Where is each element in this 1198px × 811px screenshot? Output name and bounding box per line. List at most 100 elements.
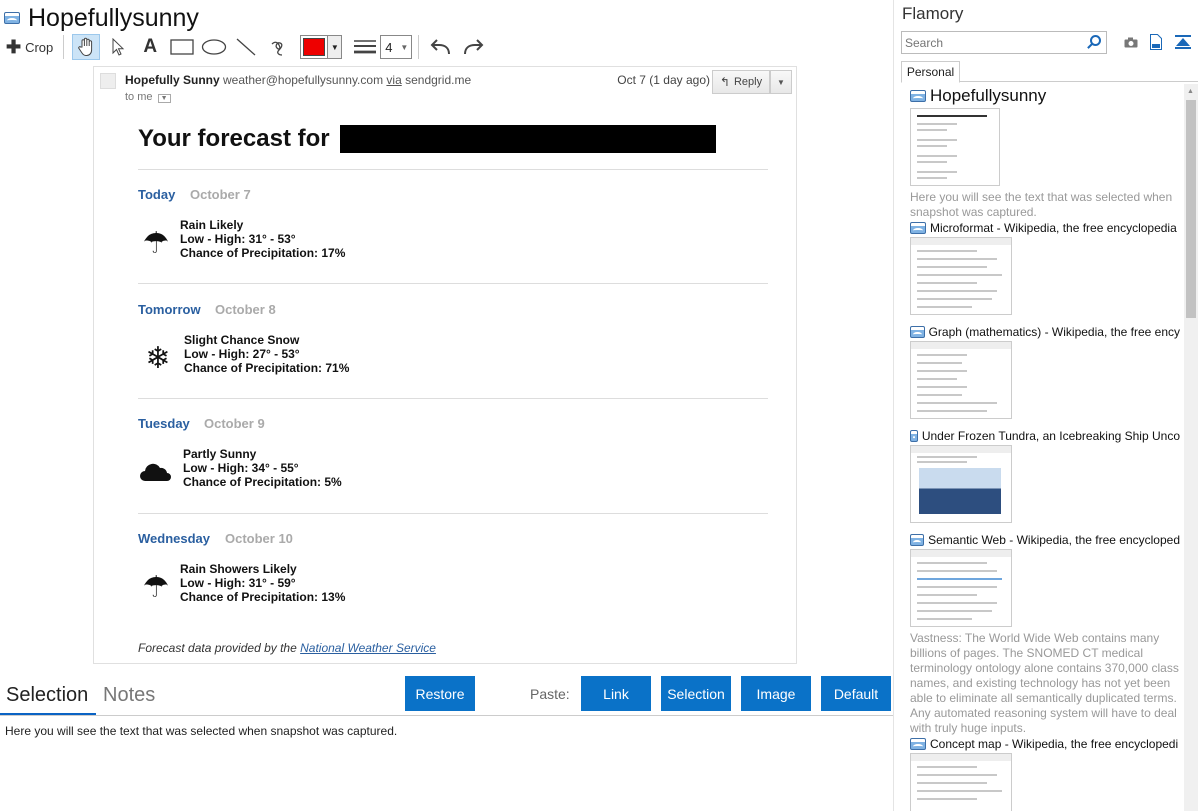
document-icon[interactable] — [1146, 32, 1166, 52]
tab-baseline — [960, 81, 1198, 82]
forecast-day: Tomorrow October 8 ❄ Slight Chance Snow … — [138, 302, 778, 412]
forecast-heading: Your forecast for — [138, 125, 330, 152]
selection-text: Here you will see the text that was sele… — [5, 724, 398, 738]
forecast-details: Slight Chance Snow Low - High: 27° - 53°… — [184, 333, 349, 375]
precipitation: Chance of Precipitation: 71% — [184, 361, 350, 375]
freehand-tool-button[interactable] — [264, 34, 292, 60]
low-high: Low - High: 27° - 53° — [184, 347, 300, 361]
nws-link[interactable]: National Weather Service — [300, 641, 436, 655]
snapshot-title-row: Concept map - Wikipedia, the free encycl… — [910, 737, 1180, 751]
scrollbar-thumb[interactable] — [1186, 100, 1196, 318]
via-label: via — [386, 73, 402, 87]
forecast-details: Rain Showers Likely Low - High: 31° - 59… — [180, 562, 345, 604]
snapshot-title: Hopefullysunny — [930, 86, 1047, 105]
rectangle-icon — [170, 39, 194, 55]
snapshot-title-row: Microformat - Wikipedia, the free encycl… — [910, 221, 1180, 235]
text-tool-button[interactable]: A — [136, 34, 164, 60]
pointer-tool-button[interactable] — [104, 34, 132, 60]
search-field — [901, 31, 1107, 54]
redo-icon — [464, 39, 484, 55]
sender-line: Hopefully Sunny weather@hopefullysunny.c… — [125, 73, 471, 87]
footer-text: Forecast data provided by the — [138, 641, 297, 655]
low-high: Low - High: 31° - 53° — [180, 232, 296, 246]
list-item[interactable]: Under Frozen Tundra, an Icebreaking Ship… — [910, 429, 1180, 523]
forecast-details: Partly Sunny Low - High: 34° - 55° Chanc… — [183, 447, 342, 489]
list-item[interactable]: Graph (mathematics) - Wikipedia, the fre… — [910, 325, 1180, 419]
condition: Partly Sunny — [183, 447, 257, 461]
toolbar-separator — [63, 35, 65, 59]
paste-default-button[interactable]: Default — [821, 676, 891, 711]
snapshot-title: Microformat - Wikipedia, the free encycl… — [930, 221, 1177, 235]
hand-icon — [78, 37, 93, 56]
reply-more-button[interactable]: ▼ — [770, 70, 792, 94]
snapshot-thumbnail — [910, 237, 1012, 315]
line-width-value: 4 — [385, 39, 393, 55]
tab-notes[interactable]: Notes — [103, 684, 155, 707]
undo-button[interactable] — [427, 34, 455, 60]
chevron-down-icon: ▼ — [400, 42, 409, 52]
paste-link-button[interactable]: Link — [581, 676, 651, 711]
tab-personal[interactable]: Personal — [901, 61, 960, 83]
avatar — [100, 73, 116, 89]
line-tool-button[interactable] — [232, 34, 260, 60]
collapse-icon[interactable] — [1173, 32, 1193, 52]
reply-button[interactable]: ↰ Reply — [712, 70, 770, 94]
scrollbar[interactable]: ▲ — [1184, 84, 1198, 811]
line-width-select[interactable]: 4 ▼ — [380, 35, 413, 59]
restore-button[interactable]: Restore — [405, 676, 475, 711]
precipitation: Chance of Precipitation: 17% — [180, 246, 346, 260]
snapshot-icon — [910, 430, 918, 442]
snapshot-icon — [910, 738, 926, 750]
snapshot-title: Graph (mathematics) - Wikipedia, the fre… — [928, 325, 1180, 339]
snapshot-thumbnail — [910, 341, 1012, 419]
list-item[interactable]: Microformat - Wikipedia, the free encycl… — [910, 221, 1180, 315]
chevron-down-icon: ▼ — [157, 94, 171, 103]
search-icon[interactable] — [1090, 35, 1101, 46]
rectangle-tool-button[interactable] — [168, 34, 196, 60]
divider — [138, 398, 768, 399]
crop-button[interactable]: ✚ Crop — [6, 34, 57, 60]
color-picker[interactable]: ▼ — [300, 35, 343, 59]
ellipse-tool-button[interactable] — [200, 34, 228, 60]
list-item[interactable]: Hopefullysunny Here you will see the tex… — [910, 86, 1180, 220]
paste-selection-button[interactable]: Selection — [661, 676, 731, 711]
forecast-day: Wednesday October 10 ☂ Rain Showers Like… — [138, 531, 778, 641]
umbrella-icon: ☂ — [142, 570, 170, 604]
reply-label: Reply — [733, 76, 763, 88]
snapshot-title-row: Hopefullysunny — [910, 86, 1180, 106]
snapshot-thumbnail — [910, 445, 1012, 523]
snapshot-thumbnail — [910, 549, 1012, 627]
divider — [138, 283, 768, 284]
condition: Rain Likely — [180, 218, 244, 232]
left-pane: Hopefullysunny ✚ Crop A ▼ 4 ▼ Hopefully … — [0, 0, 893, 811]
low-high: Low - High: 31° - 59° — [180, 576, 296, 590]
redo-button[interactable] — [459, 34, 487, 60]
list-item[interactable]: Concept map - Wikipedia, the free encycl… — [910, 737, 1180, 811]
app-name: Flamory — [902, 4, 964, 23]
precipitation: Chance of Precipitation: 5% — [183, 475, 342, 489]
hand-tool-button[interactable] — [72, 34, 101, 60]
snowflake-icon: ❄ — [145, 341, 171, 375]
forecast-details: Rain Likely Low - High: 31° - 53° Chance… — [180, 218, 345, 260]
condition: Rain Showers Likely — [180, 562, 297, 576]
day-date: October 10 — [225, 531, 293, 546]
day-name: Wednesday — [138, 531, 211, 546]
camera-icon[interactable] — [1121, 32, 1141, 52]
search-input[interactable] — [902, 32, 1084, 53]
snapshot-title-row: Under Frozen Tundra, an Icebreaking Ship… — [910, 429, 1180, 443]
document-title: Hopefullysunny — [28, 3, 199, 32]
snapshot-icon — [910, 90, 926, 102]
via-domain: sendgrid.me — [405, 73, 472, 87]
list-item[interactable]: Semantic Web - Wikipedia, the free encyc… — [910, 533, 1180, 736]
sender-name: Hopefully Sunny — [125, 73, 220, 87]
umbrella-icon: ☂ — [142, 226, 170, 260]
snapshot-icon — [910, 534, 925, 546]
recipient-line: to me ▼ — [125, 91, 171, 103]
tab-selection[interactable]: Selection — [6, 684, 88, 707]
toolbar: ✚ Crop A ▼ 4 ▼ — [6, 33, 489, 61]
paste-image-button[interactable]: Image — [741, 676, 811, 711]
snapshot-title: Semantic Web - Wikipedia, the free encyc… — [928, 533, 1180, 547]
day-date: October 7 — [190, 187, 251, 202]
chevron-up-icon[interactable]: ▲ — [1187, 88, 1194, 95]
forecast-footer: Forecast data provided by the National W… — [138, 641, 436, 655]
